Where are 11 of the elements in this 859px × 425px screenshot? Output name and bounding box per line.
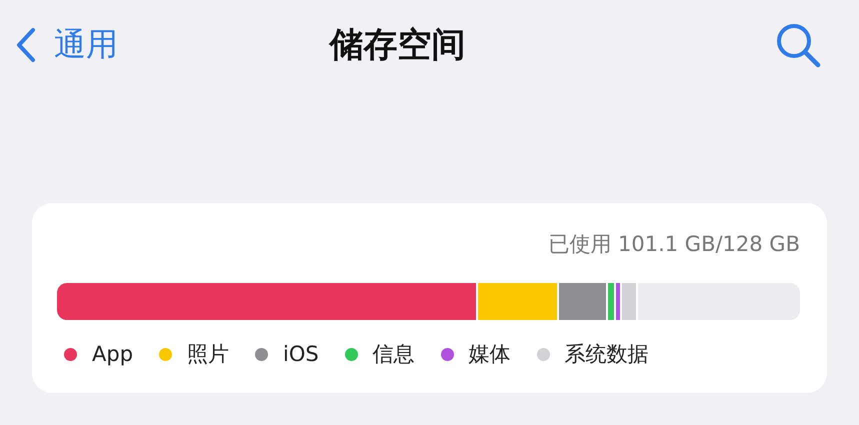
legend-label: 媒体 [468, 341, 511, 368]
legend-label: App [92, 342, 134, 366]
legend-label: 信息 [372, 341, 415, 368]
page-title: 储存空间 [330, 24, 466, 67]
storage-used-text: 已使用 101.1 GB/128 GB [548, 231, 800, 258]
legend-label: 系统数据 [564, 341, 649, 368]
search-icon[interactable] [775, 22, 821, 68]
legend-label: 照片 [187, 341, 230, 368]
back-button[interactable]: 通用 [16, 23, 118, 67]
legend-label: iOS [283, 342, 319, 366]
chevron-left-icon [16, 27, 36, 63]
